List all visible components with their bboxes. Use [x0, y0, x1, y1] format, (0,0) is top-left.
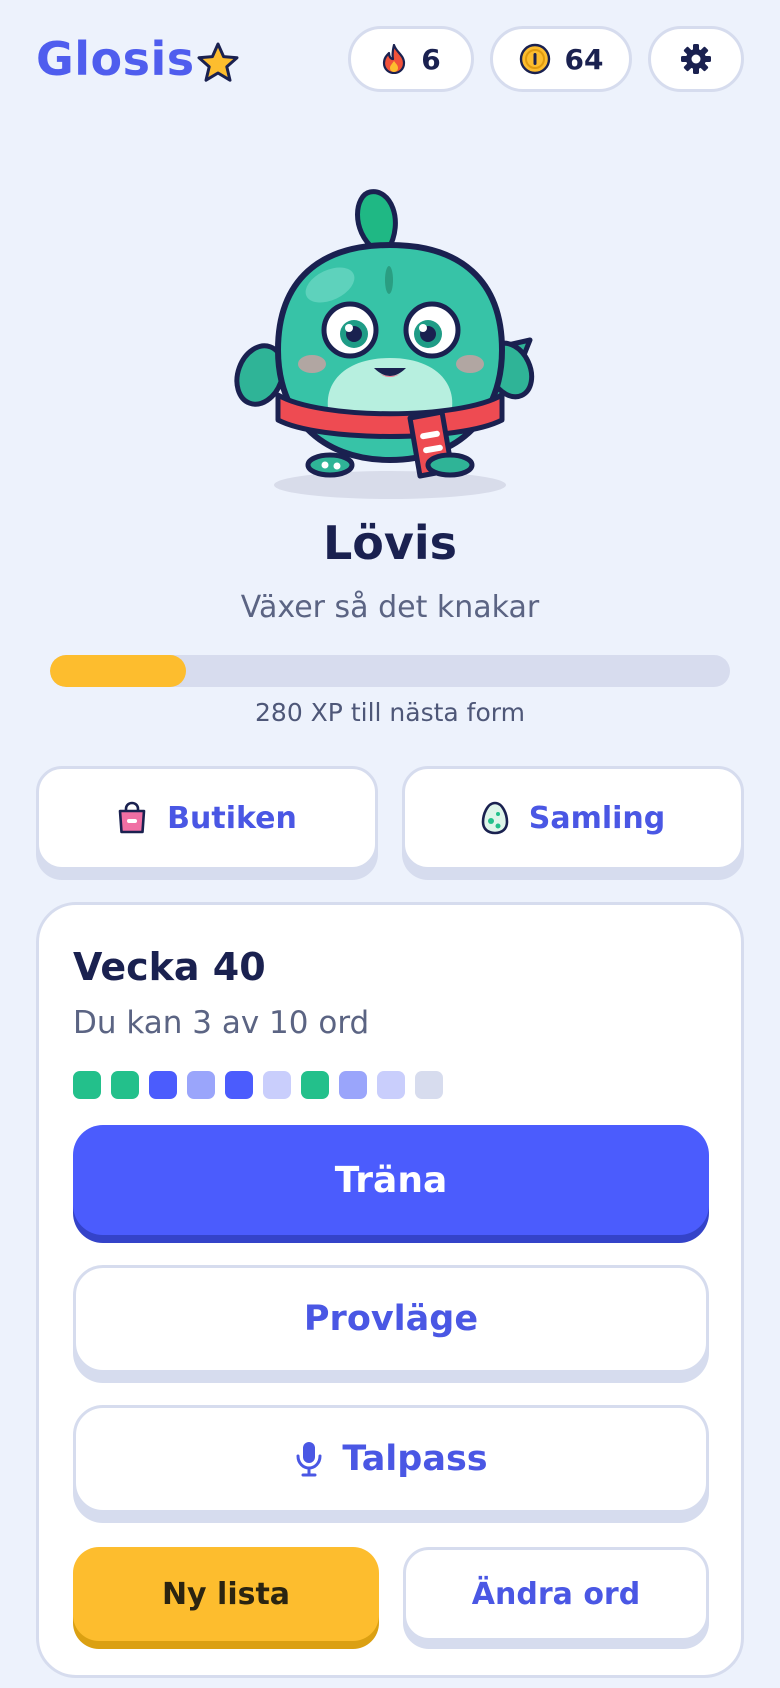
word-progress-dot — [263, 1071, 291, 1099]
train-button[interactable]: Träna — [73, 1125, 709, 1235]
coin-counter[interactable]: 64 — [490, 26, 632, 92]
week-title: Vecka 40 — [73, 945, 266, 989]
app-logo: Glosis — [36, 32, 195, 86]
word-progress-dot — [415, 1071, 443, 1099]
xp-progress-fill — [50, 655, 186, 687]
word-progress-dot — [339, 1071, 367, 1099]
edit-words-button-label: Ändra ord — [471, 1576, 641, 1612]
word-progress-dot — [301, 1071, 329, 1099]
pet-mascot-illustration[interactable] — [230, 180, 560, 510]
train-button-label: Träna — [334, 1159, 448, 1201]
coin-icon — [519, 43, 550, 75]
pet-status: Växer så det knakar — [240, 590, 540, 625]
word-progress-dot — [187, 1071, 215, 1099]
settings-button[interactable] — [648, 26, 744, 92]
xp-remaining-text: 280 XP till nästa form — [255, 698, 525, 727]
microphone-icon — [296, 1442, 322, 1477]
word-progress-dot — [377, 1071, 405, 1099]
speech-practice-button[interactable]: Talpass — [73, 1405, 709, 1513]
collection-button-label: Samling — [528, 800, 666, 836]
xp-progress-bar — [50, 655, 730, 687]
new-list-button-label: Ny lista — [161, 1576, 291, 1612]
new-list-button[interactable]: Ny lista — [73, 1547, 379, 1641]
exam-mode-button[interactable]: Provläge — [73, 1265, 709, 1373]
egg-icon — [481, 801, 509, 835]
word-progress-dots — [73, 1071, 443, 1099]
pet-name: Lövis — [322, 516, 458, 570]
star-icon — [197, 42, 239, 82]
word-progress-dot — [225, 1071, 253, 1099]
edit-words-button[interactable]: Ändra ord — [403, 1547, 709, 1641]
shopping-bag-icon — [118, 801, 146, 834]
streak-count: 6 — [421, 42, 441, 76]
shop-button[interactable]: Butiken — [36, 766, 378, 870]
word-progress-dot — [149, 1071, 177, 1099]
word-progress-dot — [73, 1071, 101, 1099]
exam-mode-button-label: Provläge — [303, 1299, 479, 1339]
gear-icon — [681, 44, 711, 74]
weekly-word-list-card: Vecka 40 Du kan 3 av 10 ord Träna Provlä… — [36, 902, 744, 1678]
shop-button-label: Butiken — [167, 800, 297, 836]
flame-icon — [383, 44, 406, 74]
coin-count: 64 — [564, 42, 604, 76]
streak-counter[interactable]: 6 — [348, 26, 474, 92]
collection-button[interactable]: Samling — [402, 766, 744, 870]
speech-practice-button-label: Talpass — [342, 1439, 488, 1479]
top-bar: Glosis 6 64 — [36, 24, 744, 94]
words-known-text: Du kan 3 av 10 ord — [73, 1005, 370, 1041]
word-progress-dot — [111, 1071, 139, 1099]
